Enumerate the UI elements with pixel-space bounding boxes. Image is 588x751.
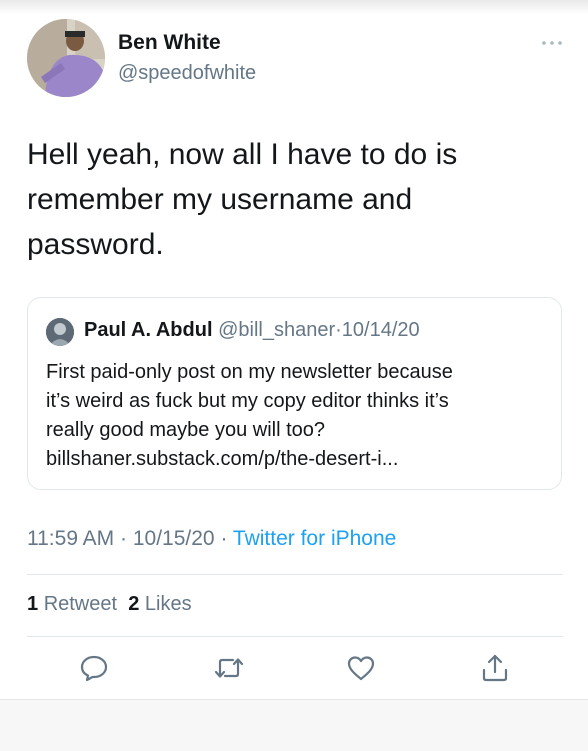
likes-stat[interactable]: 2 Likes	[128, 593, 191, 615]
divider	[27, 636, 563, 637]
action-bar	[0, 652, 588, 692]
like-label: Likes	[144, 593, 192, 615]
like-count: 2	[128, 593, 140, 615]
quoted-author-avatar	[46, 318, 74, 346]
meta-separator: ·	[220, 527, 228, 550]
retweets-stat[interactable]: 1 Retweet	[27, 593, 117, 615]
retweet-label: Retweet	[43, 593, 118, 615]
quoted-author-handle: @bill_shaner	[218, 319, 336, 341]
meta-separator: ·	[120, 527, 128, 550]
tweet-text: Hell yeah, now all I have to do is remem…	[27, 138, 458, 261]
author-name[interactable]: Ben White	[118, 31, 221, 55]
quoted-date: 10/14/20	[341, 319, 420, 341]
share-icon[interactable]	[479, 652, 511, 684]
quoted-author-name: Paul A. Abdul	[84, 319, 213, 341]
reply-icon[interactable]	[78, 652, 110, 684]
tweet-stats: 1 Retweet 2 Likes	[27, 593, 192, 616]
retweet-count: 1	[27, 593, 39, 615]
author-avatar[interactable]	[27, 19, 105, 97]
bottom-bar	[0, 699, 588, 751]
more-horizontal-icon[interactable]	[541, 34, 563, 52]
tweet-time: 11:59 AM	[27, 527, 115, 550]
divider	[27, 574, 563, 575]
tweet-date: 10/15/20	[132, 527, 215, 550]
tweet-source-link[interactable]: Twitter for iPhone	[233, 527, 396, 550]
quoted-header: Paul A. Abdul @bill_shaner·10/14/20	[84, 319, 420, 342]
quoted-tweet[interactable]: Paul A. Abdul @bill_shaner·10/14/20 Firs…	[27, 297, 562, 490]
author-handle[interactable]: @speedofwhite	[118, 62, 256, 85]
quoted-text: First paid-only post on my newsletter be…	[46, 361, 453, 470]
tweet-meta: 11:59 AM · 10/15/20 · Twitter for iPhone	[27, 527, 396, 551]
top-fade	[0, 0, 588, 14]
quoted-separator: ·	[335, 319, 342, 341]
heart-icon[interactable]	[345, 652, 377, 684]
retweet-icon[interactable]	[213, 652, 245, 684]
